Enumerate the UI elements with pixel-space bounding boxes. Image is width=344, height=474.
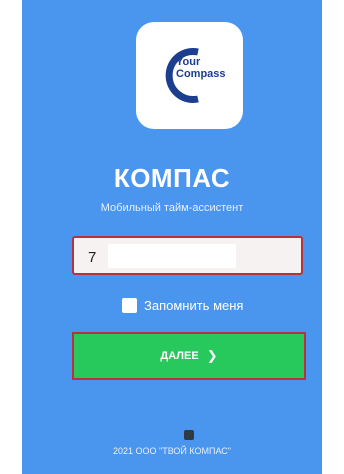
logo-text-line1: Your [176,56,201,68]
app-title: КОМПАС [113,163,231,193]
footer-copyright: 2021 ООО "ТВОЙ КОМПАС" [113,446,231,456]
app-logo: Your Compass [136,22,243,129]
app-subtitle: Мобильный тайм-ассистент [100,202,244,214]
logo-text: Your Compass [176,56,226,80]
login-screen: Your Compass КОМПАС Мобильный тайм-ассис… [22,0,322,474]
remember-me-label: Запомнить меня [144,298,244,313]
redacted-phone-number [108,244,236,268]
next-button[interactable]: ДАЛЕЕ ❯ [72,332,306,380]
logo-text-line2: Compass [176,68,226,80]
remember-me-checkbox[interactable] [122,298,137,313]
next-button-label: ДАЛЕЕ [160,350,199,362]
phone-input[interactable]: 7 [72,236,303,275]
phone-input-value: 7 [88,249,97,266]
dark-square-icon [184,430,194,440]
chevron-right-icon: ❯ [206,348,218,363]
